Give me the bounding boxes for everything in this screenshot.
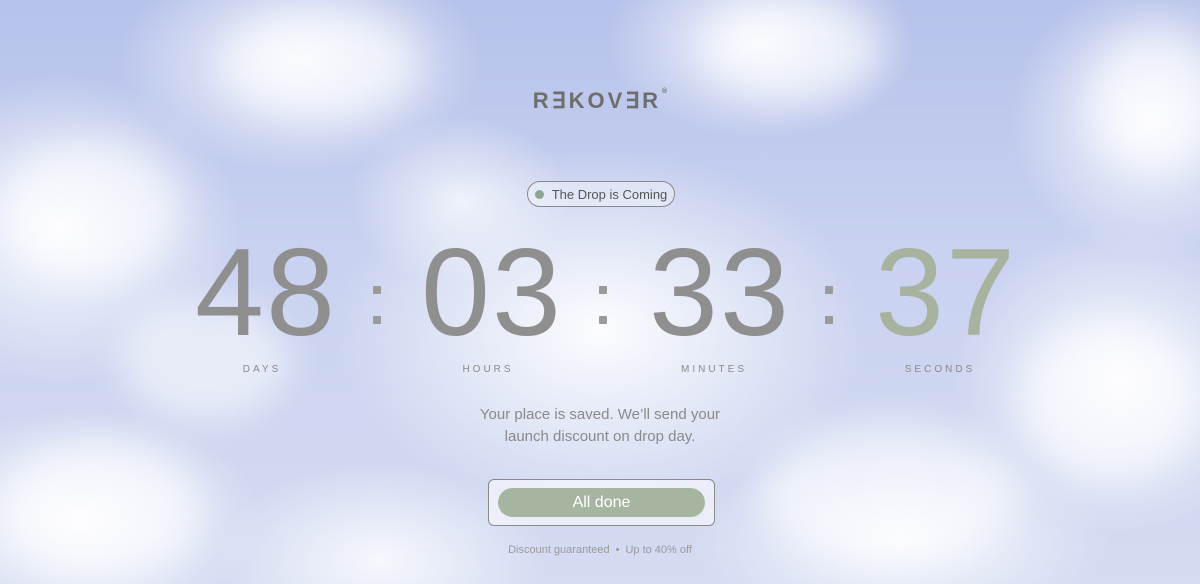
colon-separator: [599, 286, 607, 324]
status-badge: The Drop is Coming: [527, 181, 675, 207]
footer-discount-amount: Up to 40% off: [625, 544, 692, 556]
cta-button-frame: All done: [488, 479, 715, 526]
confirmation-message-line: launch discount on drop day.: [504, 428, 696, 445]
footer-note: Discount guaranteed • Up to 40% off: [0, 544, 1200, 556]
status-badge-label: The Drop is Coming: [551, 186, 668, 202]
countdown-seconds-label: SECONDS: [904, 364, 976, 375]
countdown-days-value: 48: [195, 224, 337, 362]
confirmation-message: Your place is saved. We’ll send your lau…: [400, 404, 800, 448]
brand-logo: R∃KOV∃R®: [0, 88, 1200, 114]
footer-separator: •: [615, 544, 620, 556]
countdown-days-label: DAYS: [242, 364, 282, 375]
countdown-hours-label: HOURS: [462, 364, 514, 375]
all-done-button[interactable]: All done: [498, 488, 705, 517]
cloud: [0, 440, 200, 580]
footer-discount-guaranteed: Discount guaranteed: [508, 544, 610, 556]
confirmation-message-line: Your place is saved. We’ll send your: [479, 406, 721, 423]
countdown-seconds-value: 37: [875, 224, 1017, 362]
countdown-minutes-value: 33: [649, 224, 791, 362]
status-dot-icon: [534, 189, 544, 199]
cloud: [1020, 320, 1200, 480]
colon-separator: [373, 286, 381, 324]
registered-mark: ®: [662, 88, 668, 95]
cloud: [700, 0, 880, 100]
cloud: [0, 140, 180, 280]
countdown-hours-value: 03: [421, 224, 563, 362]
colon-separator: [825, 286, 833, 324]
countdown-minutes-label: MINUTES: [681, 364, 747, 375]
brand-logo-text: R∃KOV∃R: [532, 88, 662, 113]
